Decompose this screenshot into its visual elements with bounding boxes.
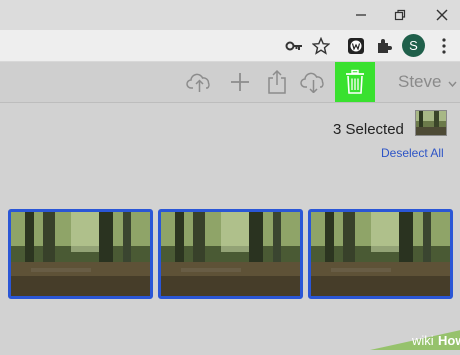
selection-thumbnail — [415, 110, 447, 136]
download-cloud-icon[interactable] — [298, 67, 330, 97]
photo-tile[interactable] — [8, 209, 153, 299]
share-icon[interactable] — [261, 67, 293, 97]
trash-icon[interactable] — [339, 67, 371, 97]
profile-avatar[interactable]: S — [402, 34, 425, 57]
deselect-all-link[interactable]: Deselect All — [381, 146, 444, 160]
upload-cloud-icon[interactable] — [184, 67, 216, 97]
close-icon[interactable] — [427, 4, 457, 26]
extensions-puzzle-icon[interactable] — [373, 35, 395, 57]
add-plus-icon[interactable] — [224, 67, 256, 97]
photo-tile[interactable] — [158, 209, 303, 299]
account-name: Steve — [398, 72, 442, 91]
key-icon[interactable] — [283, 35, 305, 57]
bookmark-star-icon[interactable] — [310, 35, 332, 57]
chevron-down-icon — [448, 81, 457, 88]
selected-count: 3 Selected — [333, 121, 404, 138]
minimize-icon[interactable] — [346, 4, 376, 26]
browser-menu-icon[interactable] — [433, 35, 455, 57]
account-menu[interactable]: Steve — [398, 72, 457, 92]
extension-w-icon[interactable] — [345, 35, 367, 57]
restore-icon[interactable] — [385, 4, 415, 26]
photo-tile[interactable] — [308, 209, 453, 299]
